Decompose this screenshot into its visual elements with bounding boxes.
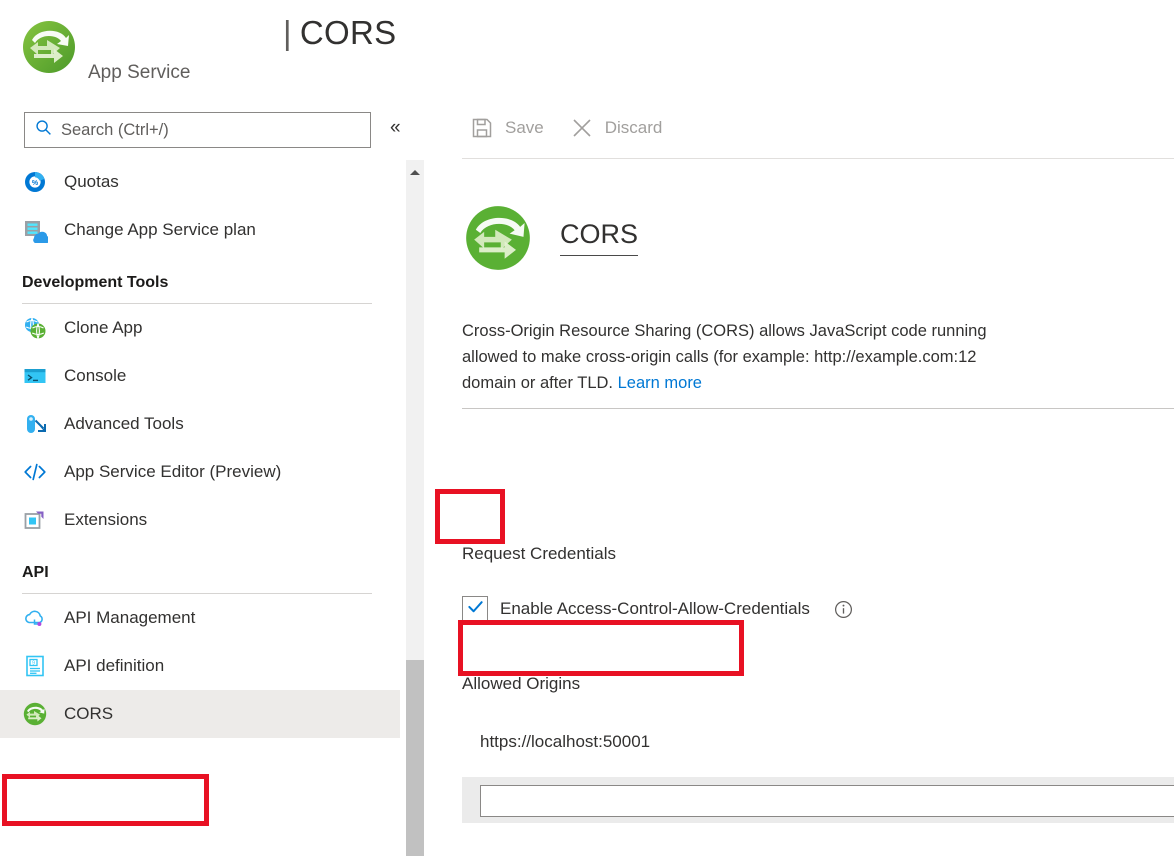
cors-title: CORS bbox=[560, 219, 639, 256]
sidebar-item-label: App Service Editor (Preview) bbox=[64, 462, 282, 481]
sidebar-group-api: API bbox=[0, 544, 400, 594]
sidebar-item-extensions[interactable]: Extensions bbox=[0, 496, 400, 544]
checkmark-icon bbox=[466, 597, 485, 621]
new-origin-row bbox=[462, 777, 1174, 823]
page-title: | CORS bbox=[283, 14, 396, 52]
scroll-up-arrow-icon[interactable] bbox=[406, 164, 424, 180]
description-line-1: Cross-Origin Resource Sharing (CORS) all… bbox=[462, 322, 987, 340]
extensions-icon bbox=[22, 507, 48, 533]
allowed-origins-label: Allowed Origins bbox=[462, 674, 581, 693]
sidebar-scrollbar[interactable] bbox=[406, 160, 424, 856]
sidebar-group-label: API bbox=[22, 564, 49, 581]
quotas-percent-icon: % bbox=[22, 169, 48, 195]
advanced-tools-icon bbox=[22, 411, 48, 437]
enable-credentials-label: Enable Access-Control-Allow-Credentials bbox=[500, 599, 810, 618]
resource-type-label: App Service bbox=[88, 62, 191, 83]
description-line-3: domain or after TLD. Learn more bbox=[462, 370, 1174, 396]
app-service-plan-icon bbox=[22, 217, 50, 244]
search-input[interactable]: Search (Ctrl+/) bbox=[24, 112, 371, 148]
sidebar-item-advanced-tools[interactable]: Advanced Tools bbox=[0, 400, 400, 448]
description-line-3-text: domain or after TLD. bbox=[462, 374, 618, 392]
sidebar-item-clone-app[interactable]: Clone App bbox=[0, 304, 400, 352]
enable-credentials-checkbox[interactable] bbox=[462, 596, 488, 622]
sidebar-item-cors[interactable]: CORS bbox=[0, 690, 400, 738]
sidebar-item-label: Advanced Tools bbox=[64, 414, 184, 433]
sidebar-item-api-definition[interactable]: 9 API definition bbox=[0, 642, 400, 690]
code-brackets-icon bbox=[22, 459, 48, 485]
azure-portal-cors-page: App Service | CORS Search (Ctrl+/) « % Q… bbox=[0, 0, 1174, 856]
cors-icon bbox=[22, 701, 48, 727]
clone-app-icon bbox=[22, 315, 48, 341]
cors-description: Cross-Origin Resource Sharing (CORS) all… bbox=[462, 318, 1174, 396]
sidebar-item-label: CORS bbox=[64, 704, 114, 723]
command-bar-divider bbox=[462, 158, 1174, 159]
request-credentials-label: Request Credentials bbox=[462, 544, 617, 563]
allowed-origin-value[interactable]: https://localhost:50001 bbox=[480, 732, 650, 752]
chevron-double-left-icon[interactable]: « bbox=[390, 118, 401, 137]
sidebar-item-label: API Management bbox=[64, 608, 196, 627]
sidebar-item-label: Extensions bbox=[64, 510, 148, 529]
app-service-cors-icon bbox=[20, 18, 78, 76]
svg-text:9: 9 bbox=[32, 660, 35, 666]
cors-heading: CORS bbox=[462, 202, 639, 274]
search-placeholder: Search (Ctrl+/) bbox=[61, 120, 169, 139]
sidebar-item-label: Quotas bbox=[64, 172, 119, 191]
sidebar-item-label: Change App Service plan bbox=[64, 220, 256, 239]
api-management-cloud-icon bbox=[22, 605, 48, 631]
sidebar-item-console[interactable]: Console bbox=[0, 352, 400, 400]
search-icon bbox=[35, 119, 52, 141]
enable-credentials-row: Enable Access-Control-Allow-Credentials bbox=[462, 596, 853, 622]
sidebar-item-label: Clone App bbox=[64, 318, 143, 337]
api-definition-document-icon: 9 bbox=[22, 653, 48, 679]
sidebar-item-label: API definition bbox=[64, 656, 165, 675]
sidebar-item-change-app-service-plan[interactable]: Change App Service plan bbox=[0, 206, 400, 254]
sidebar: Search (Ctrl+/) « % Quotas Change App Se… bbox=[0, 96, 401, 856]
cors-icon bbox=[462, 202, 534, 274]
title-separator: | bbox=[283, 14, 292, 51]
info-circle-icon[interactable] bbox=[834, 600, 853, 619]
new-origin-input[interactable] bbox=[480, 785, 1174, 817]
save-button[interactable]: Save bbox=[470, 116, 544, 140]
description-divider bbox=[462, 408, 1174, 409]
save-floppy-icon bbox=[470, 116, 494, 140]
sidebar-group-label: Development Tools bbox=[22, 274, 169, 291]
discard-button-label: Discard bbox=[604, 118, 663, 137]
discard-x-icon bbox=[570, 116, 594, 140]
description-line-2: allowed to make cross-origin calls (for … bbox=[462, 348, 977, 366]
main-content: Save Discard CORS Cross-Origin Resource … bbox=[434, 96, 1174, 856]
sidebar-nav-list: % Quotas Change App Service plan Develop… bbox=[0, 158, 400, 856]
save-button-label: Save bbox=[505, 118, 544, 137]
sidebar-item-quotas[interactable]: % Quotas bbox=[0, 158, 400, 206]
console-terminal-icon bbox=[22, 363, 48, 389]
sidebar-item-api-management[interactable]: API Management bbox=[0, 594, 400, 642]
svg-text:%: % bbox=[32, 180, 39, 187]
command-bar: Save Discard bbox=[434, 104, 662, 152]
blade-title-text: CORS bbox=[299, 14, 397, 51]
learn-more-link[interactable]: Learn more bbox=[618, 374, 702, 392]
sidebar-group-development-tools: Development Tools bbox=[0, 254, 400, 304]
page-header: App Service | CORS bbox=[0, 0, 1174, 96]
sidebar-search-row: Search (Ctrl+/) « bbox=[0, 112, 401, 150]
discard-button[interactable]: Discard bbox=[570, 116, 663, 140]
sidebar-item-app-service-editor[interactable]: App Service Editor (Preview) bbox=[0, 448, 400, 496]
scrollbar-thumb[interactable] bbox=[406, 660, 424, 856]
sidebar-item-label: Console bbox=[64, 366, 127, 385]
